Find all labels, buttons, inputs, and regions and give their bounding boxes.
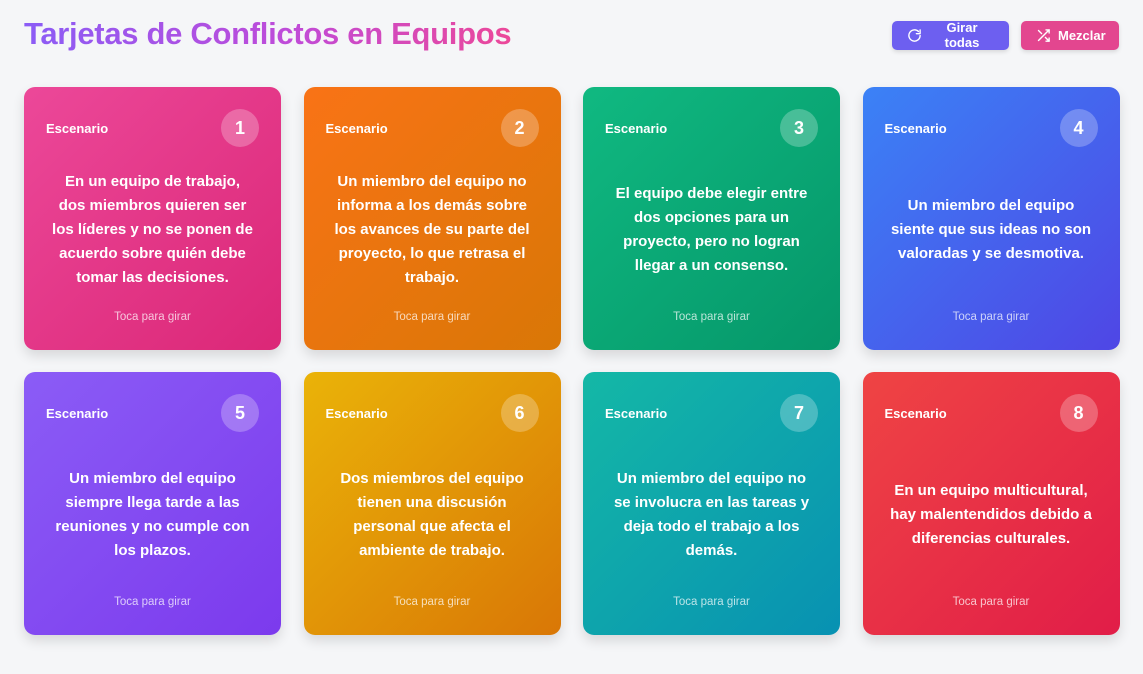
card-label: Escenario: [605, 406, 668, 421]
card-flip-hint: Toca para girar: [952, 596, 1030, 608]
card-scenario-text: Un miembro del equipo no se involucra en…: [613, 470, 810, 559]
card-flip-hint: Toca para girar: [393, 311, 471, 323]
scenario-card[interactable]: Escenario 4 Un miembro del equipo siente…: [862, 87, 1120, 350]
scenario-card[interactable]: Escenario 7 Un miembro del equipo no se …: [583, 372, 840, 635]
card-label: Escenario: [605, 121, 668, 136]
rotate-all-button[interactable]: Girar todas: [892, 20, 1009, 50]
card-scenario-text: En un equipo de trabajo, dos miembros qu…: [52, 173, 253, 286]
card-flip-hint: Toca para girar: [114, 596, 191, 608]
card-scenario-text: Dos miembros del equipo tienen una discu…: [340, 470, 524, 559]
header-actions: Girar todas Mezclar: [892, 20, 1119, 50]
scenario-card[interactable]: Escenario 6 Dos miembros del equipo tien…: [303, 372, 561, 635]
card-label: Escenario: [884, 121, 947, 136]
header: Tarjetas de Conflictos en Equipos Girar …: [24, 14, 1119, 54]
card-scenario-text: Un miembro del equipo siempre llega tard…: [55, 470, 250, 559]
card-scenario-text: En un equipo multicultural, hay malenten…: [890, 482, 1092, 547]
card-flip-hint: Toca para girar: [393, 596, 471, 608]
card-scenario-text: Un miembro del equipo no informa a los d…: [334, 173, 530, 286]
card-scenario-text: El equipo debe elegir entre dos opciones…: [615, 185, 808, 274]
rotate-all-label: Girar todas: [944, 20, 980, 50]
scenario-card[interactable]: Escenario 3 El equipo debe elegir entre …: [583, 87, 840, 350]
shuffle-icon: [1036, 28, 1051, 43]
page-title: Tarjetas de Conflictos en Equipos: [24, 16, 512, 51]
card-number-badge: 5: [221, 394, 259, 432]
card-number-badge: 4: [1059, 109, 1098, 147]
card-number-badge: 1: [221, 109, 259, 147]
card-label: Escenario: [884, 406, 947, 421]
card-flip-hint: Toca para girar: [114, 311, 191, 323]
scenario-card[interactable]: Escenario 8 En un equipo multicultural, …: [862, 372, 1120, 635]
shuffle-label: Mezclar: [1058, 27, 1106, 43]
card-flip-hint: Toca para girar: [673, 311, 750, 323]
card-number-badge: 3: [780, 109, 818, 147]
card-label: Escenario: [325, 121, 388, 136]
scenario-card[interactable]: Escenario 1 En un equipo de trabajo, dos…: [24, 87, 281, 350]
card-label: Escenario: [325, 406, 388, 421]
scenario-card[interactable]: Escenario 5 Un miembro del equipo siempr…: [24, 372, 281, 635]
card-number-badge: 7: [780, 394, 818, 432]
card-label: Escenario: [46, 121, 109, 136]
cards-grid: Escenario 1 En un equipo de trabajo, dos…: [24, 87, 1120, 635]
card-flip-hint: Toca para girar: [673, 596, 750, 608]
scenario-card[interactable]: Escenario 2 Un miembro del equipo no inf…: [303, 87, 561, 350]
card-number-badge: 6: [500, 394, 539, 432]
card-flip-hint: Toca para girar: [952, 311, 1030, 323]
card-scenario-text: Un miembro del equipo siente que sus ide…: [890, 197, 1092, 262]
card-number-badge: 8: [1059, 394, 1098, 432]
card-number-badge: 2: [500, 109, 539, 147]
refresh-icon: [907, 28, 922, 43]
card-label: Escenario: [46, 406, 109, 421]
shuffle-button[interactable]: Mezclar: [1021, 20, 1119, 50]
